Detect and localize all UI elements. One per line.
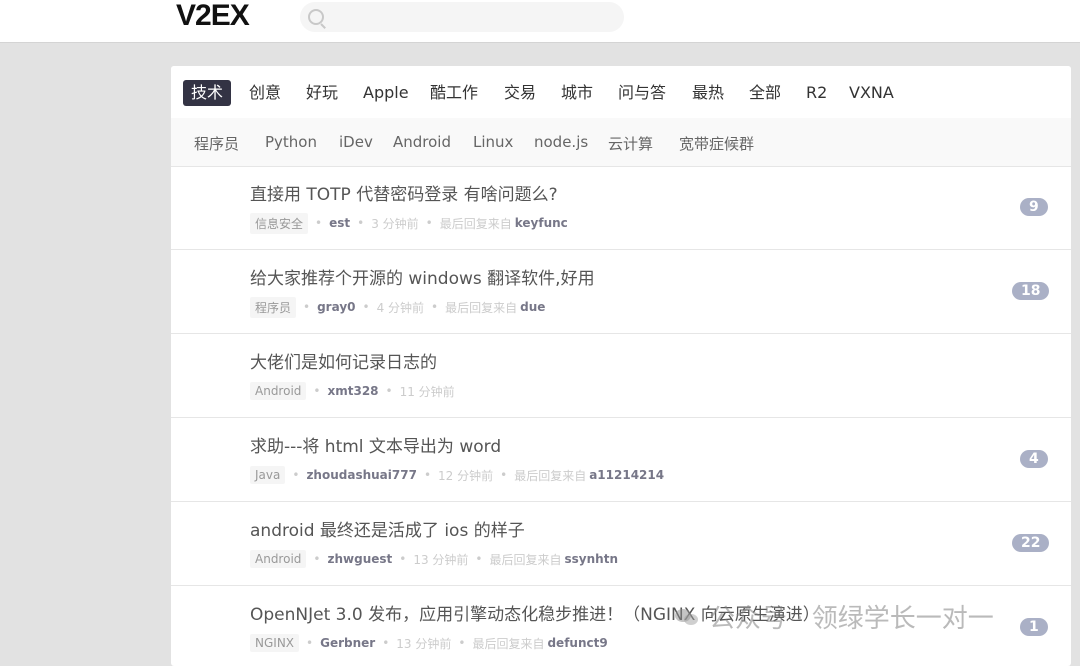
search-input[interactable]: [300, 2, 624, 32]
topic-time: 13 分钟前: [413, 552, 469, 567]
topic-meta: 程序员 • gray0 • 4 分钟前 • 最后回复来自 due: [250, 296, 545, 318]
topic-title[interactable]: 直接用 TOTP 代替密码登录 有啥问题么?: [250, 180, 558, 205]
category-tabs: 技术 创意 好玩 Apple 酷工作 交易 城市 问与答 最热 全部 R2 VX…: [171, 66, 1071, 118]
last-reply-label: 最后回复来自: [489, 552, 562, 567]
separator-dot: •: [425, 216, 433, 230]
subtab-broadband[interactable]: 宽带症候群: [679, 133, 754, 154]
separator-dot: •: [357, 216, 365, 230]
topic-meta: 信息安全 • est • 3 分钟前 • 最后回复来自 keyfunc: [250, 212, 568, 234]
reply-count[interactable]: 4: [1020, 450, 1048, 468]
separator-dot: •: [399, 552, 407, 566]
separator-dot: •: [313, 552, 321, 566]
watermark-text: 公众号 · 领绿学长一对一: [709, 604, 994, 634]
separator-dot: •: [292, 468, 300, 482]
topic-title[interactable]: 大佬们是如何记录日志的: [250, 348, 437, 373]
topic-time: 4 分钟前: [376, 300, 425, 315]
topic-node[interactable]: 程序员: [250, 296, 297, 318]
topic-item: 大佬们是如何记录日志的 Android • xmt328 • 11 分钟前: [171, 334, 1071, 418]
separator-dot: •: [382, 636, 390, 650]
tab-apple[interactable]: Apple: [363, 80, 409, 106]
last-reply-user[interactable]: a11214214: [589, 468, 664, 482]
top-bar: V2EX: [0, 0, 1080, 43]
topic-meta: Android • xmt328 • 11 分钟前: [250, 380, 455, 402]
subtab-cloud[interactable]: 云计算: [608, 133, 653, 154]
topic-title[interactable]: 求助---将 html 文本导出为 word: [250, 432, 501, 457]
last-reply-label: 最后回复来自: [439, 216, 512, 231]
subtab-programmer[interactable]: 程序员: [194, 133, 239, 154]
topic-node[interactable]: Java: [250, 466, 286, 484]
topic-item: 给大家推荐个开源的 windows 翻译软件,好用 程序员 • gray0 • …: [171, 250, 1071, 334]
topic-meta: Java • zhoudashuai777 • 12 分钟前 • 最后回复来自 …: [250, 464, 664, 486]
last-reply-label: 最后回复来自: [445, 300, 518, 315]
wechat-watermark: 公众号 · 领绿学长一对一: [675, 598, 994, 635]
separator-dot: •: [423, 468, 432, 482]
topic-node[interactable]: NGINX: [250, 634, 300, 652]
last-reply-label: 最后回复来自: [514, 468, 587, 483]
topic-author[interactable]: Gerbner: [320, 636, 375, 650]
separator-dot: •: [431, 300, 439, 314]
tab-hot[interactable]: 最热: [692, 80, 724, 106]
subtab-idev[interactable]: iDev: [339, 133, 373, 151]
tab-tech[interactable]: 技术: [183, 80, 232, 106]
separator-dot: •: [385, 384, 393, 398]
separator-dot: •: [315, 216, 323, 230]
separator-dot: •: [362, 300, 370, 314]
topic-author[interactable]: zhoudashuai777: [306, 468, 417, 482]
topic-item: android 最终还是活成了 ios 的样子 Android • zhwgue…: [171, 502, 1071, 586]
separator-dot: •: [303, 300, 311, 314]
topic-item: 求助---将 html 文本导出为 word Java • zhoudashua…: [171, 418, 1071, 502]
tab-vxna[interactable]: VXNA: [849, 80, 894, 106]
topic-item: 直接用 TOTP 代替密码登录 有啥问题么? 信息安全 • est • 3 分钟…: [171, 166, 1071, 250]
last-reply-user[interactable]: defunct9: [547, 636, 607, 650]
subtab-android[interactable]: Android: [393, 133, 451, 151]
tab-all[interactable]: 全部: [749, 80, 781, 106]
topic-author[interactable]: zhwguest: [327, 552, 392, 566]
reply-count[interactable]: 1: [1020, 618, 1048, 636]
subtab-linux[interactable]: Linux: [473, 133, 513, 151]
topic-title[interactable]: 给大家推荐个开源的 windows 翻译软件,好用: [250, 264, 595, 289]
last-reply-user[interactable]: ssynhtn: [565, 552, 618, 566]
separator-dot: •: [313, 384, 321, 398]
last-reply-user[interactable]: keyfunc: [515, 216, 568, 230]
tab-creative[interactable]: 创意: [249, 80, 281, 106]
reply-count[interactable]: 9: [1020, 198, 1048, 216]
tab-deals[interactable]: 交易: [504, 80, 536, 106]
main-box: 技术 创意 好玩 Apple 酷工作 交易 城市 问与答 最热 全部 R2 VX…: [171, 66, 1071, 666]
tab-jobs[interactable]: 酷工作: [430, 80, 478, 106]
topic-time: 11 分钟前: [399, 384, 455, 399]
reply-count[interactable]: 18: [1012, 282, 1050, 300]
last-reply-label: 最后回复来自: [472, 636, 545, 651]
topic-time: 13 分钟前: [396, 636, 452, 651]
topic-meta: Android • zhwguest • 13 分钟前 • 最后回复来自 ssy…: [250, 548, 618, 570]
tab-city[interactable]: 城市: [561, 80, 593, 106]
topic-time: 3 分钟前: [371, 216, 419, 231]
topic-author[interactable]: gray0: [317, 300, 355, 314]
last-reply-user[interactable]: due: [520, 300, 545, 314]
reply-count[interactable]: 22: [1012, 534, 1050, 552]
wechat-icon: [675, 607, 701, 627]
separator-dot: •: [475, 552, 483, 566]
tab-r2[interactable]: R2: [806, 80, 827, 106]
topic-title[interactable]: android 最终还是活成了 ios 的样子: [250, 516, 525, 541]
separator-dot: •: [458, 636, 466, 650]
node-subtabs: 程序员 Python iDev Android Linux node.js 云计…: [171, 118, 1071, 167]
search-icon: [308, 9, 324, 25]
topic-author[interactable]: est: [329, 216, 350, 230]
topic-meta: NGINX • Gerbner • 13 分钟前 • 最后回复来自 defunc…: [250, 632, 608, 654]
topic-node[interactable]: 信息安全: [250, 212, 309, 234]
separator-dot: •: [500, 468, 508, 482]
subtab-nodejs[interactable]: node.js: [534, 133, 588, 151]
tab-qna[interactable]: 问与答: [618, 80, 666, 106]
site-logo[interactable]: V2EX: [176, 0, 250, 32]
topic-node[interactable]: Android: [250, 382, 307, 400]
subtab-python[interactable]: Python: [265, 133, 317, 151]
tab-fun[interactable]: 好玩: [306, 80, 338, 106]
topic-author[interactable]: xmt328: [327, 384, 378, 398]
topic-time: 12 分钟前: [438, 468, 494, 483]
separator-dot: •: [306, 636, 314, 650]
topic-node[interactable]: Android: [250, 550, 307, 568]
